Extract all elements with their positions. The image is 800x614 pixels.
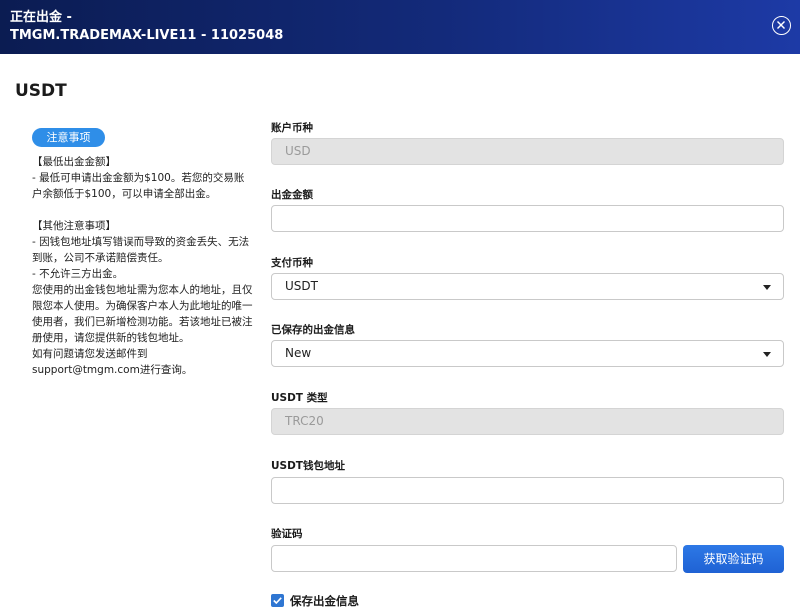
account-currency-value: USD: [285, 144, 311, 158]
usdt-type-value: TRC20: [285, 414, 324, 428]
account-currency-label: 账户币种: [271, 122, 313, 134]
wallet-address-label: USDT钱包地址: [271, 460, 345, 472]
withdraw-amount-input[interactable]: [271, 205, 784, 232]
chevron-down-icon: [763, 285, 771, 290]
usdt-type-label: USDT 类型: [271, 392, 328, 404]
notice-other-line3: 您使用的出金钱包地址需为您本人的地址，且仅限您本人使用。为确保客户本人为此地址的…: [32, 284, 253, 344]
notice-min-text: - 最低可申请出金金额为$100。若您的交易账户余额低于$100，可以申请全部出…: [32, 172, 245, 200]
saved-info-select[interactable]: New: [271, 340, 784, 367]
notice-body: 【最低出金金额】 - 最低可申请出金金额为$100。若您的交易账户余额低于$10…: [32, 154, 254, 378]
payment-currency-label: 支付币种: [271, 257, 313, 269]
section-title: USDT: [15, 81, 67, 101]
notice-other-line4: 如有问题请您发送邮件到support@tmgm.com进行查询。: [32, 348, 193, 376]
saved-info-label: 已保存的出金信息: [271, 324, 355, 336]
close-button[interactable]: [772, 16, 791, 35]
verification-code-input[interactable]: [271, 545, 677, 572]
chevron-down-icon: [763, 352, 771, 357]
notice-other-line1: - 因钱包地址填写错误而导致的资金丢失、无法到账，公司不承诺赔偿责任。: [32, 236, 250, 264]
save-info-label: 保存出金信息: [290, 594, 359, 608]
modal-header: 正在出金 - TMGM.TRADEMAX-LIVE11 - 11025048: [0, 0, 800, 54]
saved-info-value: New: [285, 346, 312, 360]
wallet-address-input[interactable]: [271, 477, 784, 504]
get-code-button[interactable]: 获取验证码: [683, 545, 784, 573]
notice-min-title: 【最低出金金额】: [32, 156, 116, 168]
account-currency-field: USD: [271, 138, 784, 165]
check-icon: [273, 597, 282, 604]
close-icon: [777, 21, 785, 29]
payment-currency-value: USDT: [285, 279, 318, 293]
account-title: TMGM.TRADEMAX-LIVE11 - 11025048: [10, 28, 284, 43]
notice-other-line2: - 不允许三方出金。: [32, 268, 124, 280]
save-info-checkbox[interactable]: [271, 594, 284, 607]
verification-code-label: 验证码: [271, 528, 303, 540]
modal-title: 正在出金 -: [10, 10, 72, 25]
notice-other-title: 【其他注意事项】: [32, 220, 116, 232]
notice-badge: 注意事项: [32, 128, 105, 147]
usdt-type-field: TRC20: [271, 408, 784, 435]
withdraw-amount-label: 出金金额: [271, 189, 313, 201]
payment-currency-select[interactable]: USDT: [271, 273, 784, 300]
